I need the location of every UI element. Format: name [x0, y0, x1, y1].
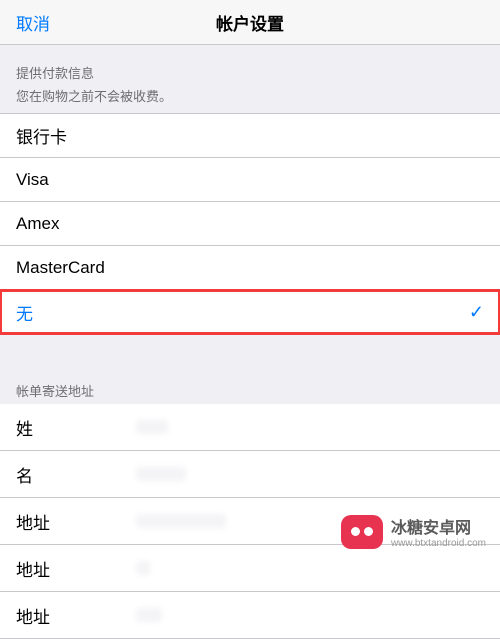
billing-field-label: 地址 — [16, 556, 96, 581]
billing-field-value — [136, 608, 162, 622]
billing-field-label: 地址 — [16, 603, 96, 628]
billing-field-row[interactable]: 地址 — [0, 545, 500, 592]
watermark-site: 冰糖安卓网 — [391, 514, 486, 538]
watermark-logo-icon — [341, 515, 383, 549]
billing-field-value — [136, 514, 226, 528]
billing-field-row[interactable]: 地址 — [0, 592, 500, 639]
payment-option-amex[interactable]: Amex — [0, 202, 500, 246]
payment-option-label: MasterCard — [16, 258, 105, 278]
payment-option-mastercard[interactable]: MasterCard — [0, 246, 500, 290]
payment-section-subheading: 您在购物之前不会被收费。 — [0, 86, 500, 113]
payment-option-label: Visa — [16, 170, 49, 190]
payment-options-group: 银行卡 Visa Amex MasterCard 无 ✓ — [0, 113, 500, 335]
payment-option-visa[interactable]: Visa — [0, 158, 500, 202]
billing-field-row[interactable]: 姓 — [0, 404, 500, 451]
billing-field-value — [136, 467, 186, 481]
watermark: 冰糖安卓网 www.btxtandroid.com — [341, 514, 486, 549]
watermark-url: www.btxtandroid.com — [391, 538, 486, 549]
payment-option-none[interactable]: 无 ✓ — [0, 290, 500, 334]
payment-option-label: 无 — [16, 300, 33, 325]
billing-field-value — [136, 561, 150, 575]
page-title: 帐户设置 — [0, 10, 500, 35]
billing-field-row[interactable]: 名 — [0, 451, 500, 498]
payment-option-label: Amex — [16, 214, 59, 234]
payment-option-label: 银行卡 — [16, 123, 67, 148]
billing-field-label: 姓 — [16, 415, 96, 440]
nav-header: 取消 帐户设置 — [0, 0, 500, 45]
billing-field-value — [136, 420, 168, 434]
checkmark-icon: ✓ — [469, 302, 484, 323]
billing-field-label: 名 — [16, 462, 96, 487]
billing-field-label: 地址 — [16, 509, 96, 534]
payment-section-heading: 提供付款信息 — [0, 45, 500, 86]
billing-section-heading: 帐单寄送地址 — [0, 363, 500, 404]
payment-option-bankcard[interactable]: 银行卡 — [0, 114, 500, 158]
cancel-button[interactable]: 取消 — [16, 10, 50, 35]
